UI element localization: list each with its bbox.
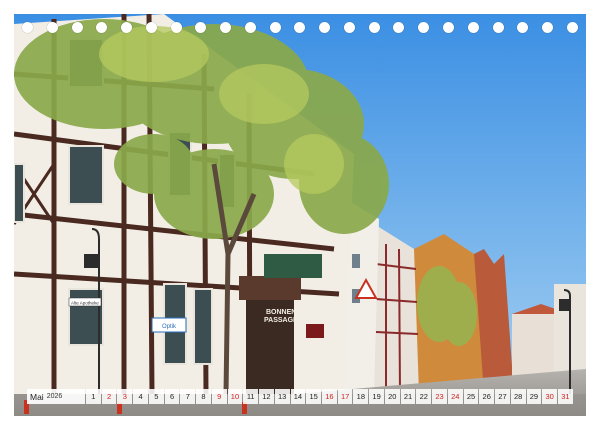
calendar-day: 21: [400, 389, 416, 404]
binding-hole: [244, 22, 256, 33]
calendar-day: 26: [479, 389, 495, 404]
calendar-day: 15: [306, 389, 322, 404]
day-cells: 1 2 3 4 5 6 7 8 9 10 11 12 13 14 15 16 17 18 19 20 21 22 23 24 2…: [86, 389, 573, 404]
street-scene: Alte Apotheke Optik BONNEN PASSAGE: [14, 14, 586, 416]
calendar-day: 5: [148, 389, 164, 404]
year-label: 2026: [46, 393, 63, 400]
calendar-day: 23: [432, 389, 447, 404]
calendar-day: 16: [322, 389, 337, 404]
binding-hole: [542, 22, 554, 33]
calendar-day: 28: [510, 389, 526, 404]
binding-hole: [269, 22, 281, 33]
binding-hole: [96, 22, 108, 33]
street-photo: Alte Apotheke Optik BONNEN PASSAGE: [14, 14, 586, 416]
binding-hole: [467, 22, 479, 33]
binding-hole: [368, 22, 380, 33]
binding-hole: [46, 22, 58, 33]
calendar-day: 18: [353, 389, 369, 404]
calendar-day: 8: [196, 389, 211, 404]
binding-hole: [220, 22, 232, 33]
red-sign: [306, 324, 324, 338]
calendar-day: 19: [369, 389, 384, 404]
binding-hole: [195, 22, 207, 33]
binding-hole: [393, 22, 405, 33]
binding-hole: [566, 22, 578, 33]
calendar-day: 31: [558, 389, 573, 404]
binding-hole: [319, 22, 331, 33]
calendar-day: 30: [542, 389, 558, 404]
bonnen-sign-line1: BONNEN: [266, 309, 296, 316]
calendar-day: 3: [117, 389, 133, 404]
calendar-day: 20: [384, 389, 400, 404]
binding-hole: [418, 22, 430, 33]
calendar-day: 9: [211, 389, 227, 404]
binding-hole: [343, 22, 355, 33]
apotheke-sign-text: Alte Apotheke: [71, 301, 99, 306]
binding-hole: [170, 22, 182, 33]
balcony: [264, 254, 322, 278]
calendar-day: 14: [290, 389, 306, 404]
binding-hole: [517, 22, 529, 33]
calendar-day: 11: [243, 389, 259, 404]
binding-hole: [71, 22, 83, 33]
binding-hole: [443, 22, 455, 33]
calendar-day: 6: [164, 389, 180, 404]
calendar-day: 27: [495, 389, 510, 404]
calendar-day: 1: [86, 389, 101, 404]
binding-holes: [22, 22, 578, 38]
binding-hole: [294, 22, 306, 33]
binding-hole: [22, 22, 33, 33]
calendar-day: 7: [180, 389, 196, 404]
bonnen-sign-line2: PASSAGE: [264, 317, 298, 324]
calendar-day: 17: [337, 389, 353, 404]
calendar-day: 10: [227, 389, 243, 404]
calendar-day: 13: [274, 389, 290, 404]
calendar-page: Alte Apotheke Optik BONNEN PASSAGE Mai 2…: [0, 0, 600, 431]
month-name: Mai: [30, 391, 44, 402]
binding-hole: [492, 22, 504, 33]
calendar-day: 29: [526, 389, 542, 404]
binding-hole: [121, 22, 133, 33]
calendar-day: 12: [259, 389, 274, 404]
calendar-day: 24: [447, 389, 463, 404]
binding-hole: [145, 22, 157, 33]
calendar-day: 22: [416, 389, 432, 404]
calendar-day: 4: [133, 389, 148, 404]
calendar-strip: Mai 2026 1 2 3 4 5 6 7 8 9 10 11 12 13 14 15 16 17 18 19 20…: [27, 389, 573, 404]
optik-sign-text: Optik: [162, 324, 177, 330]
month-label: Mai 2026: [27, 389, 85, 404]
calendar-day: 2: [101, 389, 117, 404]
calendar-day: 25: [463, 389, 479, 404]
